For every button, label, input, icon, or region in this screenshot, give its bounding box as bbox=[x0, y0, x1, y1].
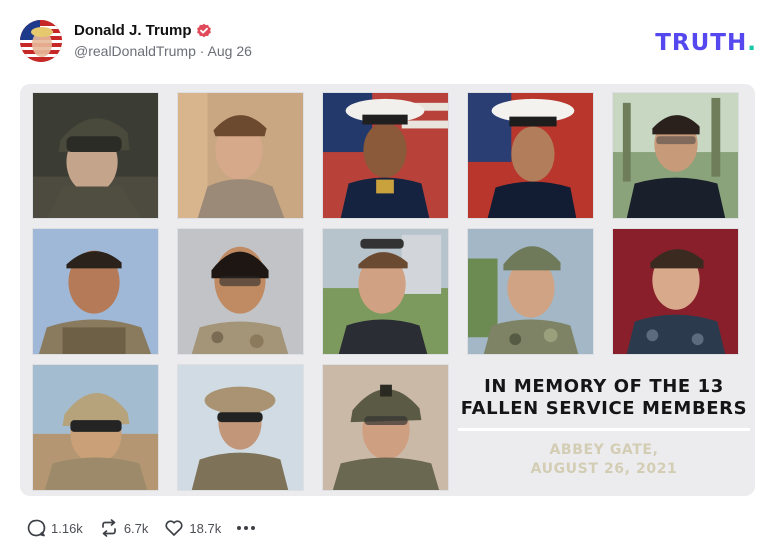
author-handle[interactable]: @realDonaldTrump bbox=[74, 43, 196, 59]
post-author: Donald J. Trump @realDonaldTrump · Aug 2… bbox=[74, 22, 252, 59]
ellipsis-dot bbox=[244, 526, 249, 530]
reply-icon bbox=[26, 518, 46, 538]
portrait-combat-gear bbox=[32, 228, 159, 355]
post-image[interactable]: IN MEMORY OF THE 13 FALLEN SERVICE MEMBE… bbox=[20, 84, 755, 496]
logo-text: TRUTH bbox=[655, 30, 748, 56]
ellipsis-icon bbox=[237, 526, 242, 530]
portrait-dress-blues bbox=[612, 92, 739, 219]
retruth-icon bbox=[99, 518, 119, 538]
portrait-dress-blues bbox=[467, 92, 594, 219]
like-count: 18.7k bbox=[189, 520, 222, 536]
memorial-title-line-1: IN MEMORY OF THE 13 bbox=[484, 376, 724, 397]
ellipsis-dot bbox=[251, 526, 256, 530]
portrait-combat-helmet bbox=[322, 364, 449, 491]
memorial-location: ABBEY GATE, bbox=[549, 442, 659, 458]
meta-separator: · bbox=[199, 43, 205, 59]
memorial-title-line-2: FALLEN SERVICE MEMBERS bbox=[460, 398, 748, 419]
post-date[interactable]: Aug 26 bbox=[208, 43, 252, 59]
portrait-camouflage bbox=[177, 228, 304, 355]
author-name[interactable]: Donald J. Trump bbox=[74, 22, 192, 39]
reply-button[interactable]: 1.16k bbox=[26, 518, 83, 538]
post-actions: 1.16k 6.7k 18.7k bbox=[26, 518, 256, 538]
more-options-button[interactable] bbox=[237, 526, 256, 530]
memorial-divider bbox=[458, 428, 750, 431]
reply-count: 1.16k bbox=[51, 520, 83, 536]
portrait-casual bbox=[322, 228, 449, 355]
logo-dot: . bbox=[747, 30, 757, 56]
heart-icon bbox=[164, 518, 184, 538]
retruth-count: 6.7k bbox=[123, 520, 149, 536]
portrait-combat-helmet bbox=[32, 364, 159, 491]
portrait-dress-blues bbox=[322, 92, 449, 219]
memorial-date: AUGUST 26, 2021 bbox=[530, 461, 678, 477]
verified-badge-icon bbox=[196, 23, 212, 39]
portrait-camouflage bbox=[467, 228, 594, 355]
like-button[interactable]: 18.7k bbox=[164, 518, 221, 538]
portrait-casual bbox=[177, 92, 304, 219]
truth-logo[interactable]: TRUTH. bbox=[655, 30, 757, 56]
portrait-combat-helmet bbox=[177, 364, 304, 491]
memorial-caption: IN MEMORY OF THE 13 FALLEN SERVICE MEMBE… bbox=[457, 376, 751, 479]
retruth-button[interactable]: 6.7k bbox=[99, 518, 149, 538]
portrait-casual bbox=[612, 228, 739, 355]
avatar[interactable] bbox=[20, 20, 62, 62]
portrait-combat-helmet bbox=[32, 92, 159, 219]
